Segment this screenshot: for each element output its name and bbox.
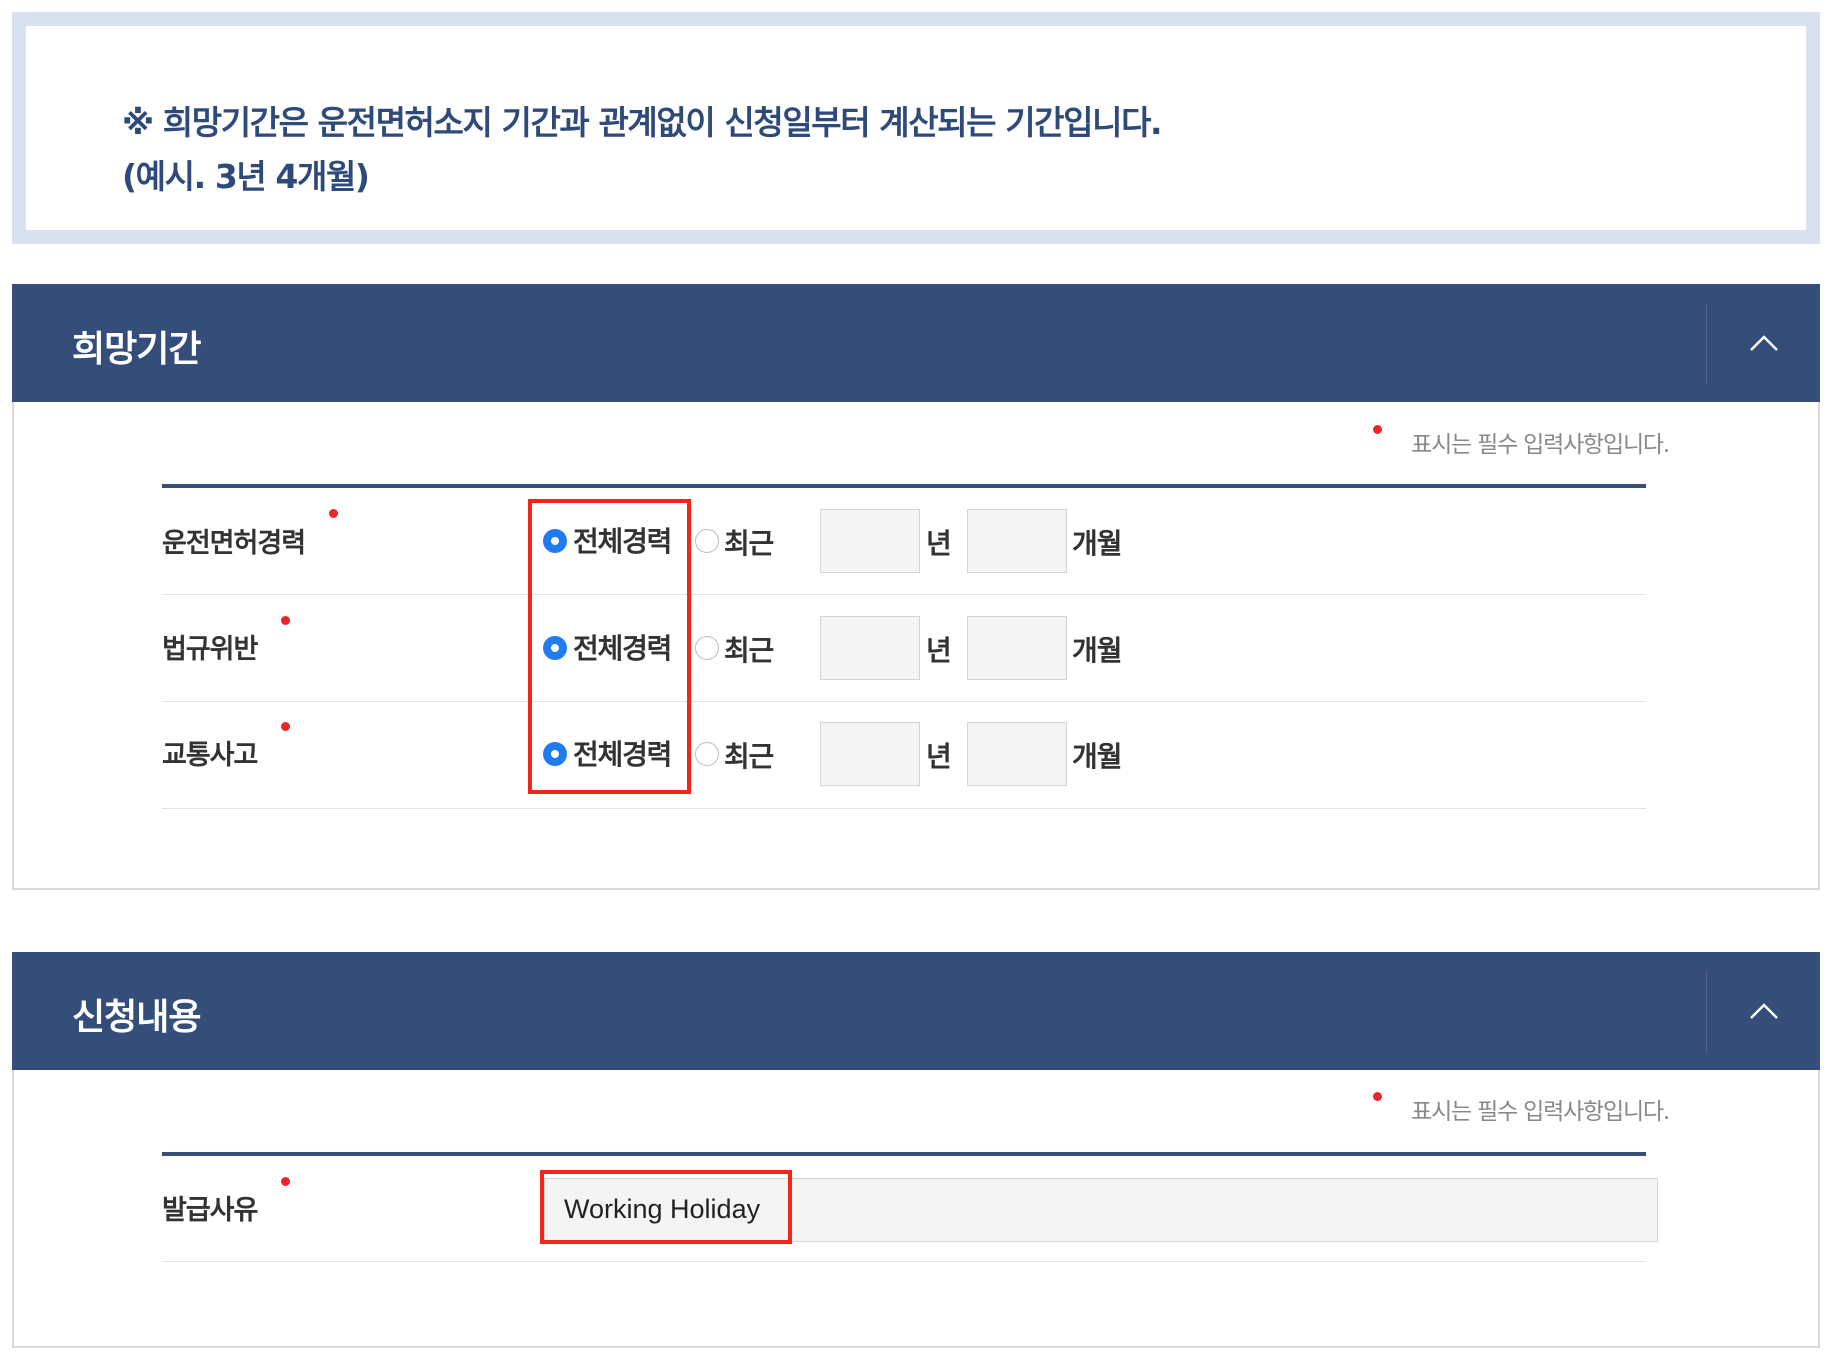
- required-dot: [281, 1177, 290, 1186]
- notice-line-1: ※ 희망기간은 운전면허소지 기간과 관계없이 신청일부터 계산되는 기간입니다…: [122, 103, 1163, 142]
- option-recent-label[interactable]: 최근: [724, 629, 774, 669]
- table-top-border: [162, 484, 1646, 488]
- application-section-title: 신청내용: [72, 997, 201, 1038]
- row-divider: [162, 808, 1646, 809]
- unit-month: 개월: [1072, 527, 1123, 560]
- period-section-title: 희망기간: [72, 329, 201, 370]
- row-label-license-career: 운전면허경력: [162, 528, 306, 559]
- period-collapse-button[interactable]: [1708, 284, 1820, 402]
- notice-box: ※ 희망기간은 운전면허소지 기간과 관계없이 신청일부터 계산되는 기간입니다…: [12, 12, 1820, 244]
- required-dot: [281, 722, 290, 731]
- unit-month: 개월: [1072, 634, 1123, 667]
- table-top-border: [162, 1152, 1646, 1156]
- radio-recent[interactable]: [695, 742, 719, 766]
- option-all-career-label[interactable]: 전체경력: [573, 627, 672, 667]
- required-dot: [281, 616, 290, 625]
- months-input[interactable]: [967, 722, 1067, 786]
- row-label-traffic-accident: 교통사고: [162, 740, 258, 771]
- required-dot: [329, 509, 338, 518]
- months-input[interactable]: [967, 509, 1067, 573]
- option-all-career-label[interactable]: 전체경력: [573, 520, 672, 560]
- required-dot: [1373, 1092, 1382, 1101]
- header-divider: [1706, 304, 1707, 384]
- reason-label: 발급사유: [162, 1195, 258, 1226]
- months-input[interactable]: [967, 616, 1067, 680]
- unit-year: 년: [926, 634, 952, 667]
- application-section-header: 신청내용: [12, 952, 1820, 1070]
- required-dot: [1373, 425, 1382, 434]
- unit-year: 년: [926, 740, 952, 773]
- reason-value[interactable]: Working Holiday: [564, 1194, 760, 1225]
- option-recent-label[interactable]: 최근: [724, 735, 774, 775]
- option-all-career-label[interactable]: 전체경력: [573, 733, 672, 773]
- row-divider: [162, 594, 1646, 595]
- radio-all-career[interactable]: [543, 636, 567, 660]
- unit-month: 개월: [1072, 740, 1123, 773]
- radio-all-career[interactable]: [543, 742, 567, 766]
- row-label-traffic-violation: 법규위반: [162, 634, 258, 665]
- application-collapse-button[interactable]: [1708, 952, 1820, 1070]
- row-divider: [162, 701, 1646, 702]
- required-note: 표시는 필수 입력사항입니다.: [1411, 1099, 1670, 1125]
- chevron-up-icon: [1750, 1003, 1778, 1019]
- years-input[interactable]: [820, 509, 920, 573]
- required-note: 표시는 필수 입력사항입니다.: [1411, 432, 1670, 458]
- header-divider: [1706, 972, 1707, 1052]
- radio-all-career[interactable]: [543, 529, 567, 553]
- period-section-header: 희망기간: [12, 284, 1820, 402]
- years-input[interactable]: [820, 722, 920, 786]
- unit-year: 년: [926, 527, 952, 560]
- chevron-up-icon: [1750, 335, 1778, 351]
- notice-line-2: (예시. 3년 4개월): [122, 157, 370, 196]
- radio-recent[interactable]: [695, 636, 719, 660]
- years-input[interactable]: [820, 616, 920, 680]
- option-recent-label[interactable]: 최근: [724, 522, 774, 562]
- row-divider: [162, 1261, 1646, 1262]
- radio-recent[interactable]: [695, 529, 719, 553]
